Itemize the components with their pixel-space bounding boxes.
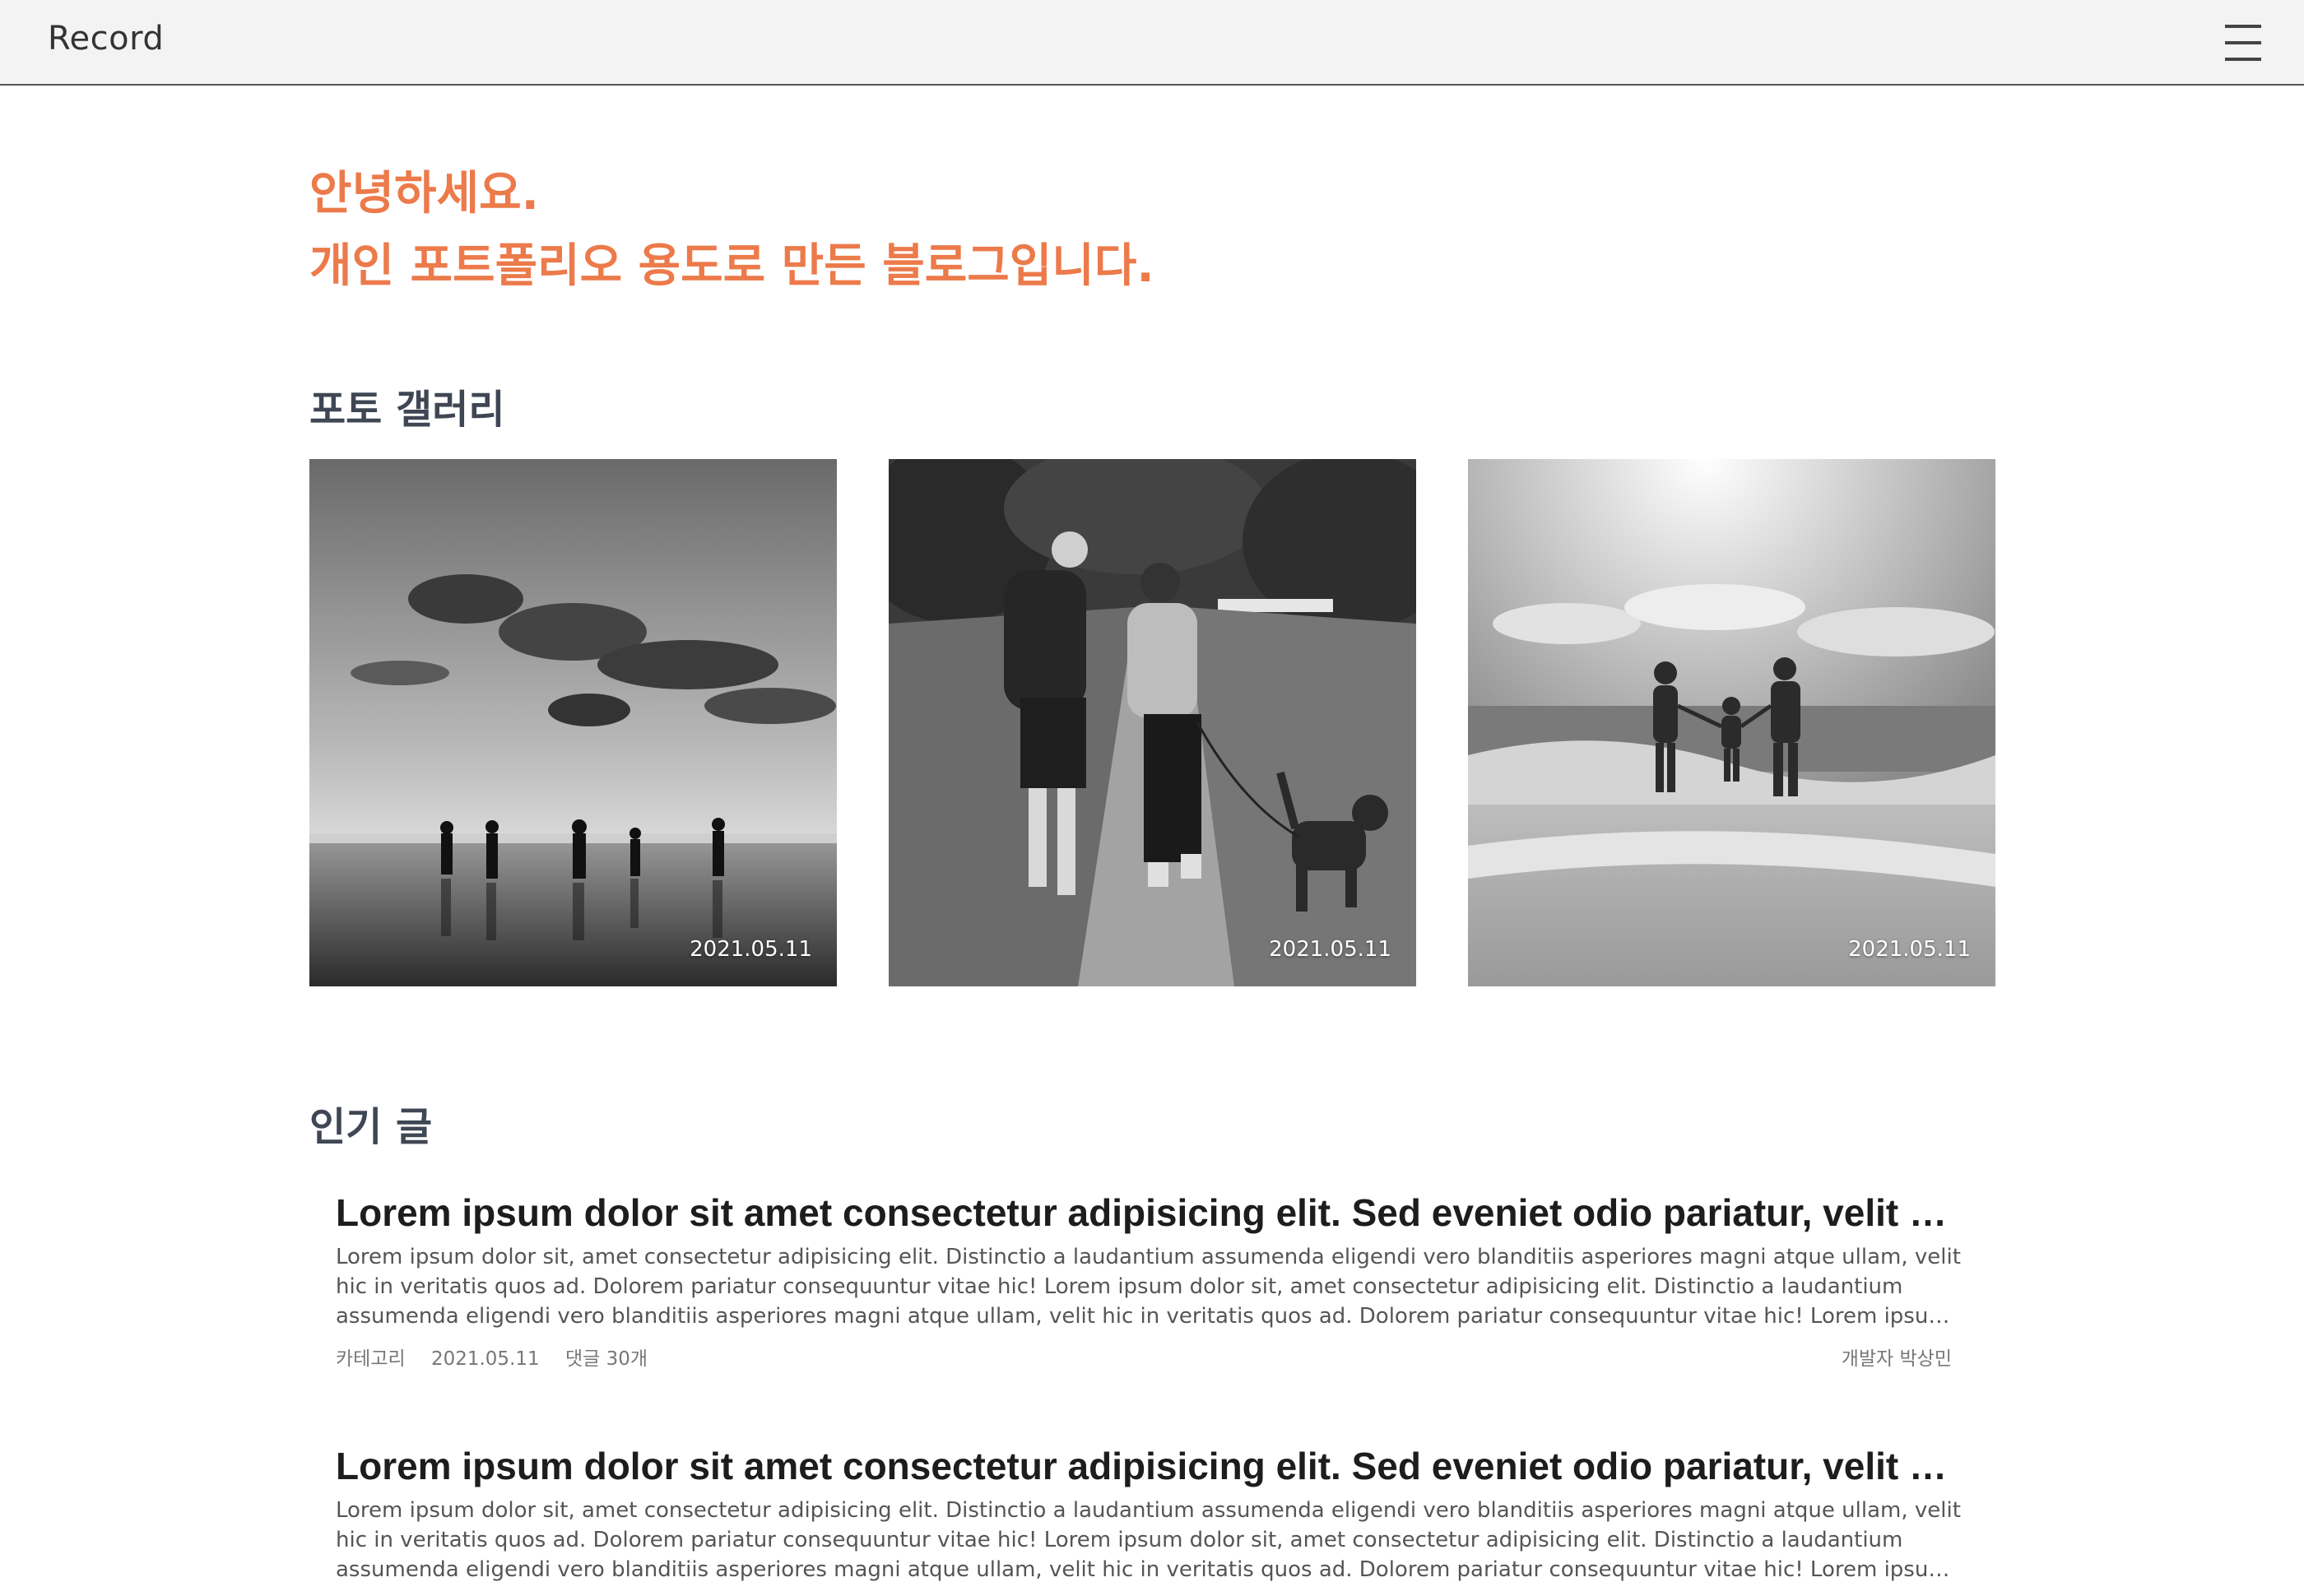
popular-posts-title: 인기 글	[309, 1104, 433, 1150]
couple-walking-dog-photo	[889, 459, 1416, 986]
top-bar: Record	[0, 0, 2304, 86]
menu-line	[2225, 58, 2261, 61]
menu-line	[2225, 41, 2261, 44]
family-at-shore-photo	[1468, 459, 1995, 986]
post-comment-count: 댓글 30개	[564, 1348, 648, 1370]
beach-silhouettes-photo	[309, 459, 837, 986]
post-card[interactable]: Lorem ipsum dolor sit amet consectetur a…	[336, 1188, 1968, 1372]
post-meta: 카테고리 2021.05.11 댓글 30개 개발자 박상민	[336, 1343, 1952, 1372]
post-title[interactable]: Lorem ipsum dolor sit amet consectetur a…	[336, 1188, 1949, 1237]
menu-line	[2225, 25, 2261, 28]
photo-date: 2021.05.11	[1269, 937, 1391, 962]
gallery-photo-3[interactable]: 2021.05.11	[1468, 459, 1995, 986]
hero-greeting: 안녕하세요. 개인 포트폴리오 용도로 만든 블로그입니다.	[309, 158, 1154, 303]
post-category[interactable]: 카테고리	[336, 1348, 406, 1370]
post-author: 개발자 박상민	[1841, 1348, 1952, 1370]
hero-line-1: 안녕하세요.	[309, 167, 539, 220]
photo-date: 2021.05.11	[690, 937, 812, 962]
post-meta-left: 카테고리 2021.05.11 댓글 30개	[336, 1343, 1952, 1371]
hero-line-2: 개인 포트폴리오 용도로 만든 블로그입니다.	[309, 239, 1154, 293]
post-excerpt: Lorem ipsum dolor sit, amet consectetur …	[336, 1245, 1961, 1329]
site-logo[interactable]: Record	[48, 20, 164, 58]
gallery-photo-1[interactable]: 2021.05.11	[309, 459, 837, 986]
post-date: 2021.05.11	[430, 1348, 540, 1370]
gallery-title: 포토 갤러리	[309, 387, 505, 433]
gallery-photo-2[interactable]: 2021.05.11	[889, 459, 1416, 986]
post-title[interactable]: Lorem ipsum dolor sit amet consectetur a…	[336, 1441, 1949, 1491]
post-card[interactable]: Lorem ipsum dolor sit amet consectetur a…	[336, 1441, 1968, 1584]
hamburger-menu-icon[interactable]	[2225, 25, 2261, 61]
post-excerpt: Lorem ipsum dolor sit, amet consectetur …	[336, 1498, 1961, 1582]
photo-date: 2021.05.11	[1848, 937, 1971, 962]
